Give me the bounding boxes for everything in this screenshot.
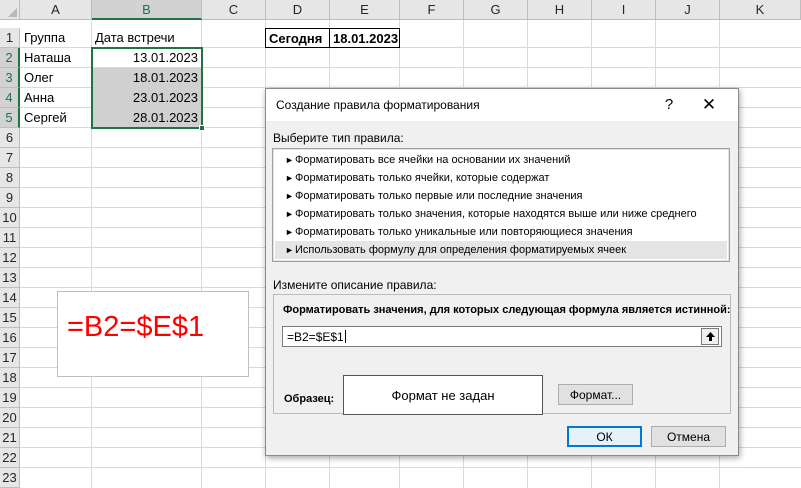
range-select-icon [706, 332, 715, 341]
cancel-button[interactable]: Отмена [651, 426, 726, 447]
row-header-21[interactable]: 21 [0, 428, 20, 448]
arrow-right-icon: ► [285, 191, 294, 201]
dialog-titlebar[interactable]: Создание правила форматирования ? ✕ [266, 89, 738, 121]
cell-a2[interactable]: Наташа [21, 48, 91, 68]
format-button[interactable]: Формат... [558, 384, 633, 405]
column-header-b[interactable]: B [92, 0, 202, 20]
column-header-a[interactable]: A [20, 0, 92, 20]
rule-description-panel: Форматировать значения, для которых след… [273, 294, 731, 415]
row-header-9[interactable]: 9 [0, 188, 20, 208]
rule-type-label-text: Использовать формулу для определения фор… [295, 244, 627, 256]
rule-type-item[interactable]: ►Форматировать только значения, которые … [275, 205, 727, 223]
column-header-g[interactable]: G [464, 0, 528, 20]
row-header-1[interactable]: 1 [0, 28, 20, 48]
formula-annotation-text: =B2=$E$1 [67, 311, 205, 343]
column-header-h[interactable]: H [528, 0, 592, 20]
rule-type-label-text: Форматировать только уникальные или повт… [295, 226, 633, 238]
row-header-3[interactable]: 3 [0, 68, 20, 88]
formula-heading: Форматировать значения, для которых след… [283, 304, 731, 316]
arrow-right-icon: ► [285, 173, 294, 183]
sample-label: Образец: [284, 393, 335, 405]
column-header-e[interactable]: E [330, 0, 400, 20]
cell-b2[interactable]: 13.01.2023 [92, 48, 201, 68]
formula-input[interactable]: =B2=$E$1 [282, 326, 722, 347]
rule-type-item[interactable]: ►Форматировать только первые или последн… [275, 187, 727, 205]
row-header-19[interactable]: 19 [0, 388, 20, 408]
row-header-8[interactable]: 8 [0, 168, 20, 188]
row-header-22[interactable]: 22 [0, 448, 20, 468]
row-header-20[interactable]: 20 [0, 408, 20, 428]
cell-b1[interactable]: Дата встречи [92, 28, 201, 48]
cell-b4[interactable]: 23.01.2023 [92, 88, 201, 108]
select-all-triangle-icon [8, 8, 17, 17]
cell-a3[interactable]: Олег [21, 68, 91, 88]
arrow-right-icon: ► [285, 155, 294, 165]
rule-type-item[interactable]: ►Форматировать все ячейки на основании и… [275, 151, 727, 169]
column-header-f[interactable]: F [400, 0, 464, 20]
rule-type-label-text: Форматировать только первые или последни… [295, 190, 583, 202]
fill-handle[interactable] [199, 125, 205, 131]
ok-button[interactable]: ОК [567, 426, 642, 447]
rule-type-label-text: Форматировать только значения, которые н… [295, 208, 697, 220]
row-header-7[interactable]: 7 [0, 148, 20, 168]
rule-type-label: Выберите тип правила: [273, 131, 404, 145]
row-header-14[interactable]: 14 [0, 288, 20, 308]
row-header-2[interactable]: 2 [0, 48, 20, 68]
row-header-17[interactable]: 17 [0, 348, 20, 368]
gridline [20, 467, 801, 468]
formula-annotation-box: =B2=$E$1 [57, 291, 249, 377]
column-header-i[interactable]: I [592, 0, 656, 20]
row-header-13[interactable]: 13 [0, 268, 20, 288]
rule-type-item[interactable]: ►Форматировать только уникальные или пов… [275, 223, 727, 241]
column-header-j[interactable]: J [656, 0, 720, 20]
cell-e1[interactable]: 18.01.2023 [329, 28, 400, 48]
row-header-10[interactable]: 10 [0, 208, 20, 228]
close-icon[interactable]: ✕ [698, 94, 720, 116]
rule-type-label-text: Форматировать только ячейки, которые сод… [295, 172, 550, 184]
description-label: Измените описание правила: [273, 278, 437, 292]
row-header-4[interactable]: 4 [0, 88, 20, 108]
select-all-corner[interactable] [0, 0, 20, 20]
row-header-16[interactable]: 16 [0, 328, 20, 348]
row-header-23[interactable]: 23 [0, 468, 20, 488]
row-header-6[interactable]: 6 [0, 128, 20, 148]
cell-b5[interactable]: 28.01.2023 [92, 108, 201, 128]
cell-b3[interactable]: 18.01.2023 [92, 68, 201, 88]
rule-type-label-text: Форматировать все ячейки на основании их… [295, 154, 571, 166]
format-preview: Формат не задан [343, 375, 543, 415]
new-formatting-rule-dialog[interactable]: Создание правила форматирования ? ✕ Выбе… [265, 88, 739, 456]
cell-a1[interactable]: Группа [21, 28, 91, 48]
dialog-title: Создание правила форматирования [276, 98, 480, 112]
rule-type-list[interactable]: ►Форматировать все ячейки на основании и… [272, 148, 730, 262]
arrow-right-icon: ► [285, 245, 294, 255]
rule-type-item[interactable]: ►Форматировать только ячейки, которые со… [275, 169, 727, 187]
row-header-12[interactable]: 12 [0, 248, 20, 268]
formula-input-value: =B2=$E$1 [287, 330, 346, 344]
row-header-15[interactable]: 15 [0, 308, 20, 328]
column-header-k[interactable]: K [720, 0, 801, 20]
column-header-c[interactable]: C [202, 0, 266, 20]
arrow-right-icon: ► [285, 227, 294, 237]
column-header-d[interactable]: D [266, 0, 330, 20]
cell-a5[interactable]: Сергей [21, 108, 91, 128]
row-header-11[interactable]: 11 [0, 228, 20, 248]
help-button[interactable]: ? [658, 94, 680, 116]
cell-a4[interactable]: Анна [21, 88, 91, 108]
arrow-right-icon: ► [285, 209, 294, 219]
gridline [201, 20, 202, 488]
cell-d1[interactable]: Сегодня [265, 28, 330, 48]
collapse-dialog-button[interactable] [701, 328, 719, 345]
row-header-18[interactable]: 18 [0, 368, 20, 388]
row-header-5[interactable]: 5 [0, 108, 20, 128]
rule-type-item-selected[interactable]: ►Использовать формулу для определения фо… [275, 241, 727, 259]
